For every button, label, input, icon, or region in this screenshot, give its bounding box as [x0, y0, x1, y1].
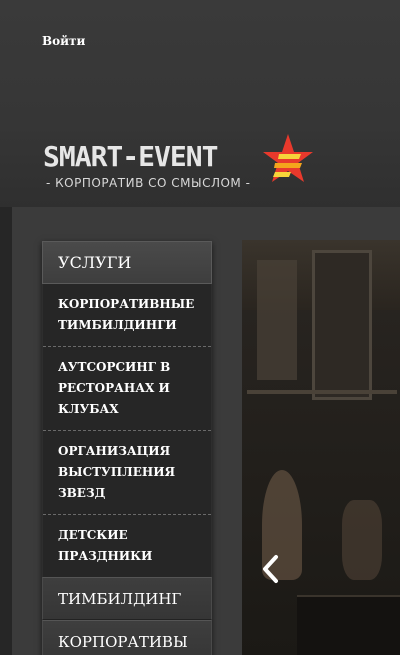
submenu-item-outsourcing[interactable]: АУТСОРСИНГ В РЕСТОРАНАХ И КЛУБАХ: [43, 347, 211, 431]
submenu-item-stars-performance[interactable]: ОРГАНИЗАЦИЯ ВЫСТУПЛЕНИЯ ЗВЕЗД: [43, 431, 211, 515]
logo-subtitle: - КОРПОРАТИВ СО СМЫСЛОМ -: [46, 176, 251, 190]
content-edge: [0, 207, 12, 655]
site-logo[interactable]: SMART-EVENT - КОРПОРАТИВ СО СМЫСЛОМ -: [43, 132, 318, 196]
menu-heading-services[interactable]: УСЛУГИ: [42, 241, 212, 284]
login-link[interactable]: Войти: [42, 34, 85, 48]
slider-prev-button[interactable]: [255, 552, 285, 586]
site-header: Войти SMART-EVENT - КОРПОРАТИВ СО СМЫСЛО…: [0, 0, 400, 207]
star-icon: [263, 134, 313, 182]
submenu-item-corporate-teambuilding[interactable]: КОРПОРАТИВНЫЕ ТИМБИЛДИНГИ: [43, 284, 211, 347]
submenu-item-kids-parties[interactable]: ДЕТСКИЕ ПРАЗДНИКИ: [43, 515, 211, 577]
services-menu: УСЛУГИ КОРПОРАТИВНЫЕ ТИМБИЛДИНГИ АУТСОРС…: [42, 241, 212, 655]
hero-slider-image: [242, 240, 400, 655]
menu-item-teambuilding[interactable]: ТИМБИЛДИНГ: [42, 577, 212, 620]
logo-title: SMART-EVENT: [43, 140, 218, 173]
menu-item-corporate-parties[interactable]: КОРПОРАТИВЫ: [42, 620, 212, 655]
services-submenu: КОРПОРАТИВНЫЕ ТИМБИЛДИНГИ АУТСОРСИНГ В Р…: [42, 284, 212, 577]
chevron-left-icon: [263, 555, 278, 583]
